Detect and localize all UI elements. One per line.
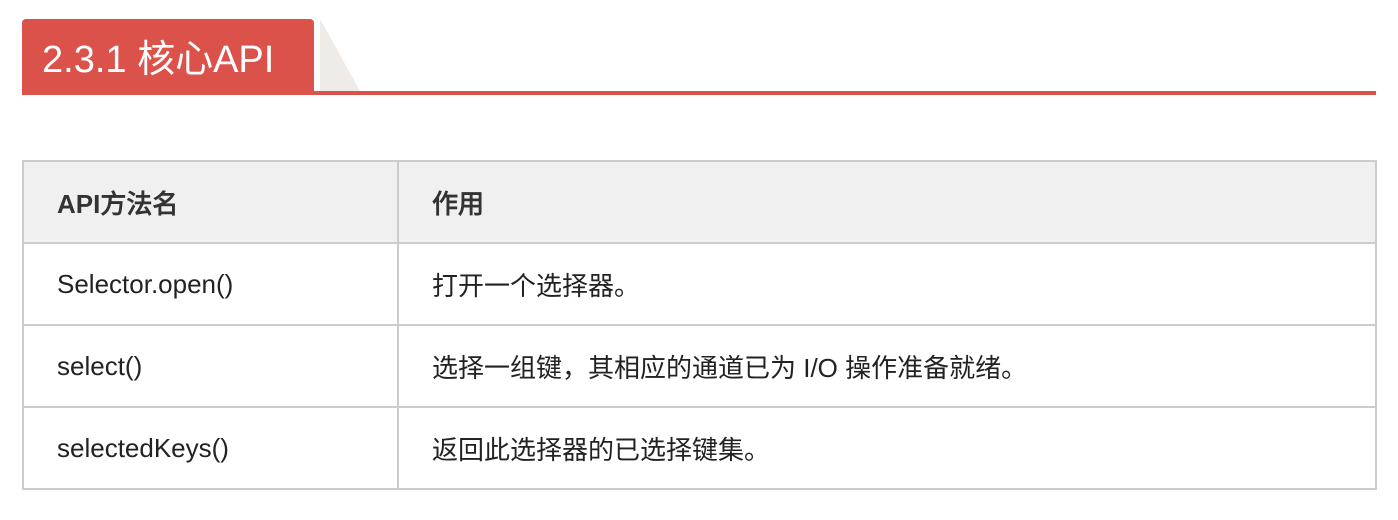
purpose-cell: 返回此选择器的已选择键集。 bbox=[397, 406, 1377, 490]
heading-underline bbox=[22, 91, 1376, 95]
api-name-cell: select() bbox=[22, 324, 399, 408]
purpose-cell: 打开一个选择器。 bbox=[397, 242, 1377, 326]
api-name-cell: Selector.open() bbox=[22, 242, 399, 326]
purpose-cell: 选择一组键，其相应的通道已为 I/O 操作准备就绪。 bbox=[397, 324, 1377, 408]
api-table: API方法名 作用 Selector.open() 打开一个选择器。 selec… bbox=[22, 160, 1377, 490]
section-title: 2.3.1 核心API bbox=[22, 19, 314, 95]
table-header-row: API方法名 作用 bbox=[22, 160, 1377, 244]
table-row: Selector.open() 打开一个选择器。 bbox=[22, 242, 1377, 326]
api-name-cell: selectedKeys() bbox=[22, 406, 399, 490]
table-row: select() 选择一组键，其相应的通道已为 I/O 操作准备就绪。 bbox=[22, 324, 1377, 408]
table-row: selectedKeys() 返回此选择器的已选择键集。 bbox=[22, 406, 1377, 490]
heading-tab-shadow bbox=[320, 19, 360, 91]
header-purpose: 作用 bbox=[397, 160, 1377, 244]
header-api-name: API方法名 bbox=[22, 160, 399, 244]
section-heading: 2.3.1 核心API bbox=[22, 19, 1376, 95]
